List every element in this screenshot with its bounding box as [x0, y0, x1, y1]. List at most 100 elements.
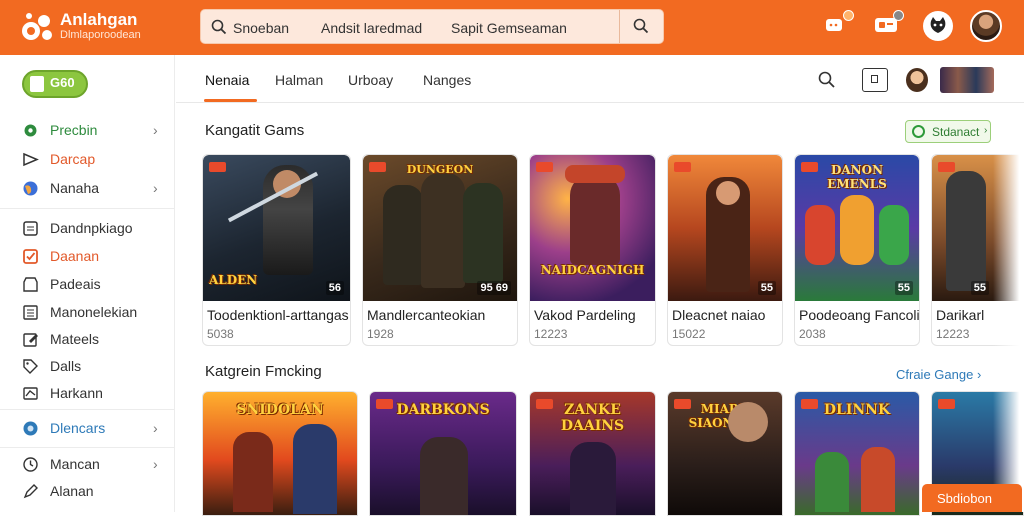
- game-cover-image: 55: [668, 155, 782, 301]
- tag-icon: [23, 359, 38, 374]
- sidebar-item-label: Precbin: [50, 122, 98, 138]
- notification-badge: [893, 10, 904, 21]
- tab-nenaia[interactable]: Nenaia: [205, 72, 249, 88]
- profile-avatar[interactable]: [906, 68, 928, 92]
- cat-icon[interactable]: [923, 11, 953, 41]
- sidebar-item-label: Padeais: [50, 276, 101, 292]
- group-avatars[interactable]: [940, 67, 994, 93]
- search-segment[interactable]: Snoeban: [233, 20, 289, 36]
- subscribe-button[interactable]: Sbdiobon: [922, 484, 1022, 512]
- chevron-right-icon: ›: [153, 420, 158, 436]
- cover-art-text: DLINNK: [823, 402, 891, 418]
- game-title: Toodenktionl-arttangas: [207, 307, 349, 323]
- sidebar-item-label: Harkann: [50, 385, 103, 401]
- game-meta: 12223: [534, 327, 568, 341]
- document-icon: [30, 76, 44, 92]
- sidebar-item-label: Alanan: [50, 483, 94, 499]
- message-icon[interactable]: [874, 10, 904, 39]
- chat-icon[interactable]: [824, 10, 854, 39]
- chevron-right-icon: ›: [976, 367, 982, 382]
- sidebar-item-precbin[interactable]: Precbin ›: [22, 119, 172, 141]
- game-meta: 12223: [936, 327, 970, 341]
- game-card[interactable]: DANON EMENLS 55 Poodeoang Fancolin 2038: [794, 154, 920, 346]
- search-bar[interactable]: Snoeban Andsit laredmad Sapit Gemseaman: [200, 9, 664, 44]
- chevron-right-icon: ›: [984, 125, 988, 136]
- tab-nanges[interactable]: Nanges: [423, 72, 471, 88]
- ranking-card[interactable]: DLINNK: [794, 391, 920, 516]
- sidebar-item-label: Darcap: [50, 151, 96, 167]
- cover-art-text: ZANKE DAAINS: [560, 402, 625, 434]
- game-title: Dleacnet naiao: [672, 307, 766, 323]
- cover-count: 95 69: [477, 281, 511, 295]
- game-title: Darikarl: [936, 307, 985, 323]
- ranking-card[interactable]: MIARK SIAONERS: [667, 391, 783, 516]
- sidebar-item-dandnpkiago[interactable]: Dandnpkiago: [22, 217, 172, 239]
- circle-icon: [23, 421, 38, 436]
- window-icon[interactable]: [862, 68, 888, 92]
- sidebar-divider: [0, 447, 174, 448]
- brand-title: Anlahgan: [60, 10, 138, 29]
- brand-subtitle: Dlmlaporoodean: [60, 29, 141, 41]
- hot-tag: [536, 162, 553, 172]
- tab-urboay[interactable]: Urboay: [348, 72, 393, 88]
- sidebar-item-dlencars[interactable]: Dlencars ›: [22, 417, 172, 439]
- cover-count: 56: [325, 281, 344, 295]
- cover-art-text: DANON EMENLS: [827, 163, 887, 191]
- game-card[interactable]: ALDEN 56 Toodenktionl-arttangas 5038: [202, 154, 351, 346]
- cover-art-text: DARBKONS: [396, 402, 490, 418]
- sidebar-item-mateels[interactable]: Mateels: [22, 328, 172, 350]
- game-cover-image: DUNGEON 95 69: [363, 155, 517, 301]
- see-more-link[interactable]: Cfraie Gange ›: [896, 367, 981, 382]
- cover-art-text: SNIDOLAN: [236, 402, 324, 418]
- sidebar-divider: [0, 208, 174, 209]
- sidebar-item-label: Mateels: [50, 331, 100, 347]
- sidebar-item-mancan[interactable]: Mancan ›: [22, 453, 172, 475]
- filter-button-label: Stdanact: [932, 125, 980, 139]
- refresh-icon: [912, 125, 925, 138]
- sidebar-item-label: Dalls: [50, 358, 82, 374]
- sidebar-item-darcap[interactable]: Darcap: [22, 148, 172, 170]
- sidebar-item-padeais[interactable]: Padeais: [22, 273, 172, 295]
- notification-badge: [843, 10, 854, 21]
- sidebar-item-harkann[interactable]: Harkann: [22, 382, 172, 404]
- sidebar-logo-label: G60: [50, 75, 75, 90]
- shop-icon: [23, 277, 38, 292]
- hot-tag: [674, 162, 691, 172]
- sidebar-item-manonelekian[interactable]: Manonelekian: [22, 301, 172, 323]
- ranking-card[interactable]: SNIDOLAN: [202, 391, 358, 516]
- sidebar-item-label: Nanaha: [50, 180, 100, 196]
- top-header: Anlahgan Dlmlaporoodean Snoeban Andsit l…: [0, 0, 1024, 55]
- search-segment[interactable]: Andsit laredmad: [321, 20, 422, 36]
- search-icon: [211, 19, 227, 35]
- section-title: Kangatit Gams: [205, 122, 305, 139]
- sidebar-item-label: Mancan: [50, 456, 100, 472]
- game-card[interactable]: 55 Dleacnet naiao 15022: [667, 154, 783, 346]
- sidebar: G60 Precbin › Darcap Nanaha › Dandnpkiag…: [0, 55, 175, 512]
- cover-art-text: NAIDCAGNIGH: [540, 263, 645, 277]
- tab-halman[interactable]: Halman: [275, 72, 323, 88]
- game-cover-image: DANON EMENLS 55: [795, 155, 919, 301]
- sidebar-item-dalls[interactable]: Dalls: [22, 355, 172, 377]
- filter-button[interactable]: Stdanact ›: [905, 120, 991, 143]
- sidebar-item-daanan[interactable]: Daanan: [22, 245, 172, 267]
- tab-bar: Nenaia Halman Urboay Nanges: [176, 55, 1024, 103]
- search-segment[interactable]: Sapit Gemseaman: [451, 20, 567, 36]
- section-title: Katgrein Fmcking: [205, 363, 322, 380]
- sidebar-item-alanan[interactable]: Alanan: [22, 480, 172, 502]
- user-avatar[interactable]: [970, 10, 1002, 42]
- cover-count: 55: [894, 281, 913, 295]
- game-card[interactable]: NAIDCAGNIGH Vakod Pardeling 12223: [529, 154, 656, 346]
- ranking-card[interactable]: DARBKONS: [369, 391, 517, 516]
- clock-icon: [23, 457, 38, 472]
- hot-tag: [209, 162, 226, 172]
- search-icon[interactable]: [818, 71, 836, 89]
- ranking-card[interactable]: ZANKE DAAINS: [529, 391, 656, 516]
- sidebar-logo[interactable]: G60: [22, 70, 88, 98]
- sidebar-divider: [0, 409, 174, 410]
- game-card[interactable]: DUNGEON 95 69 Mandlercanteokian 1928: [362, 154, 518, 346]
- brand-logo-icon[interactable]: [20, 10, 54, 44]
- search-button[interactable]: [619, 10, 663, 43]
- sidebar-item-nanaha[interactable]: Nanaha ›: [22, 177, 172, 199]
- flag-icon: [23, 387, 38, 400]
- search-icon: [633, 18, 649, 34]
